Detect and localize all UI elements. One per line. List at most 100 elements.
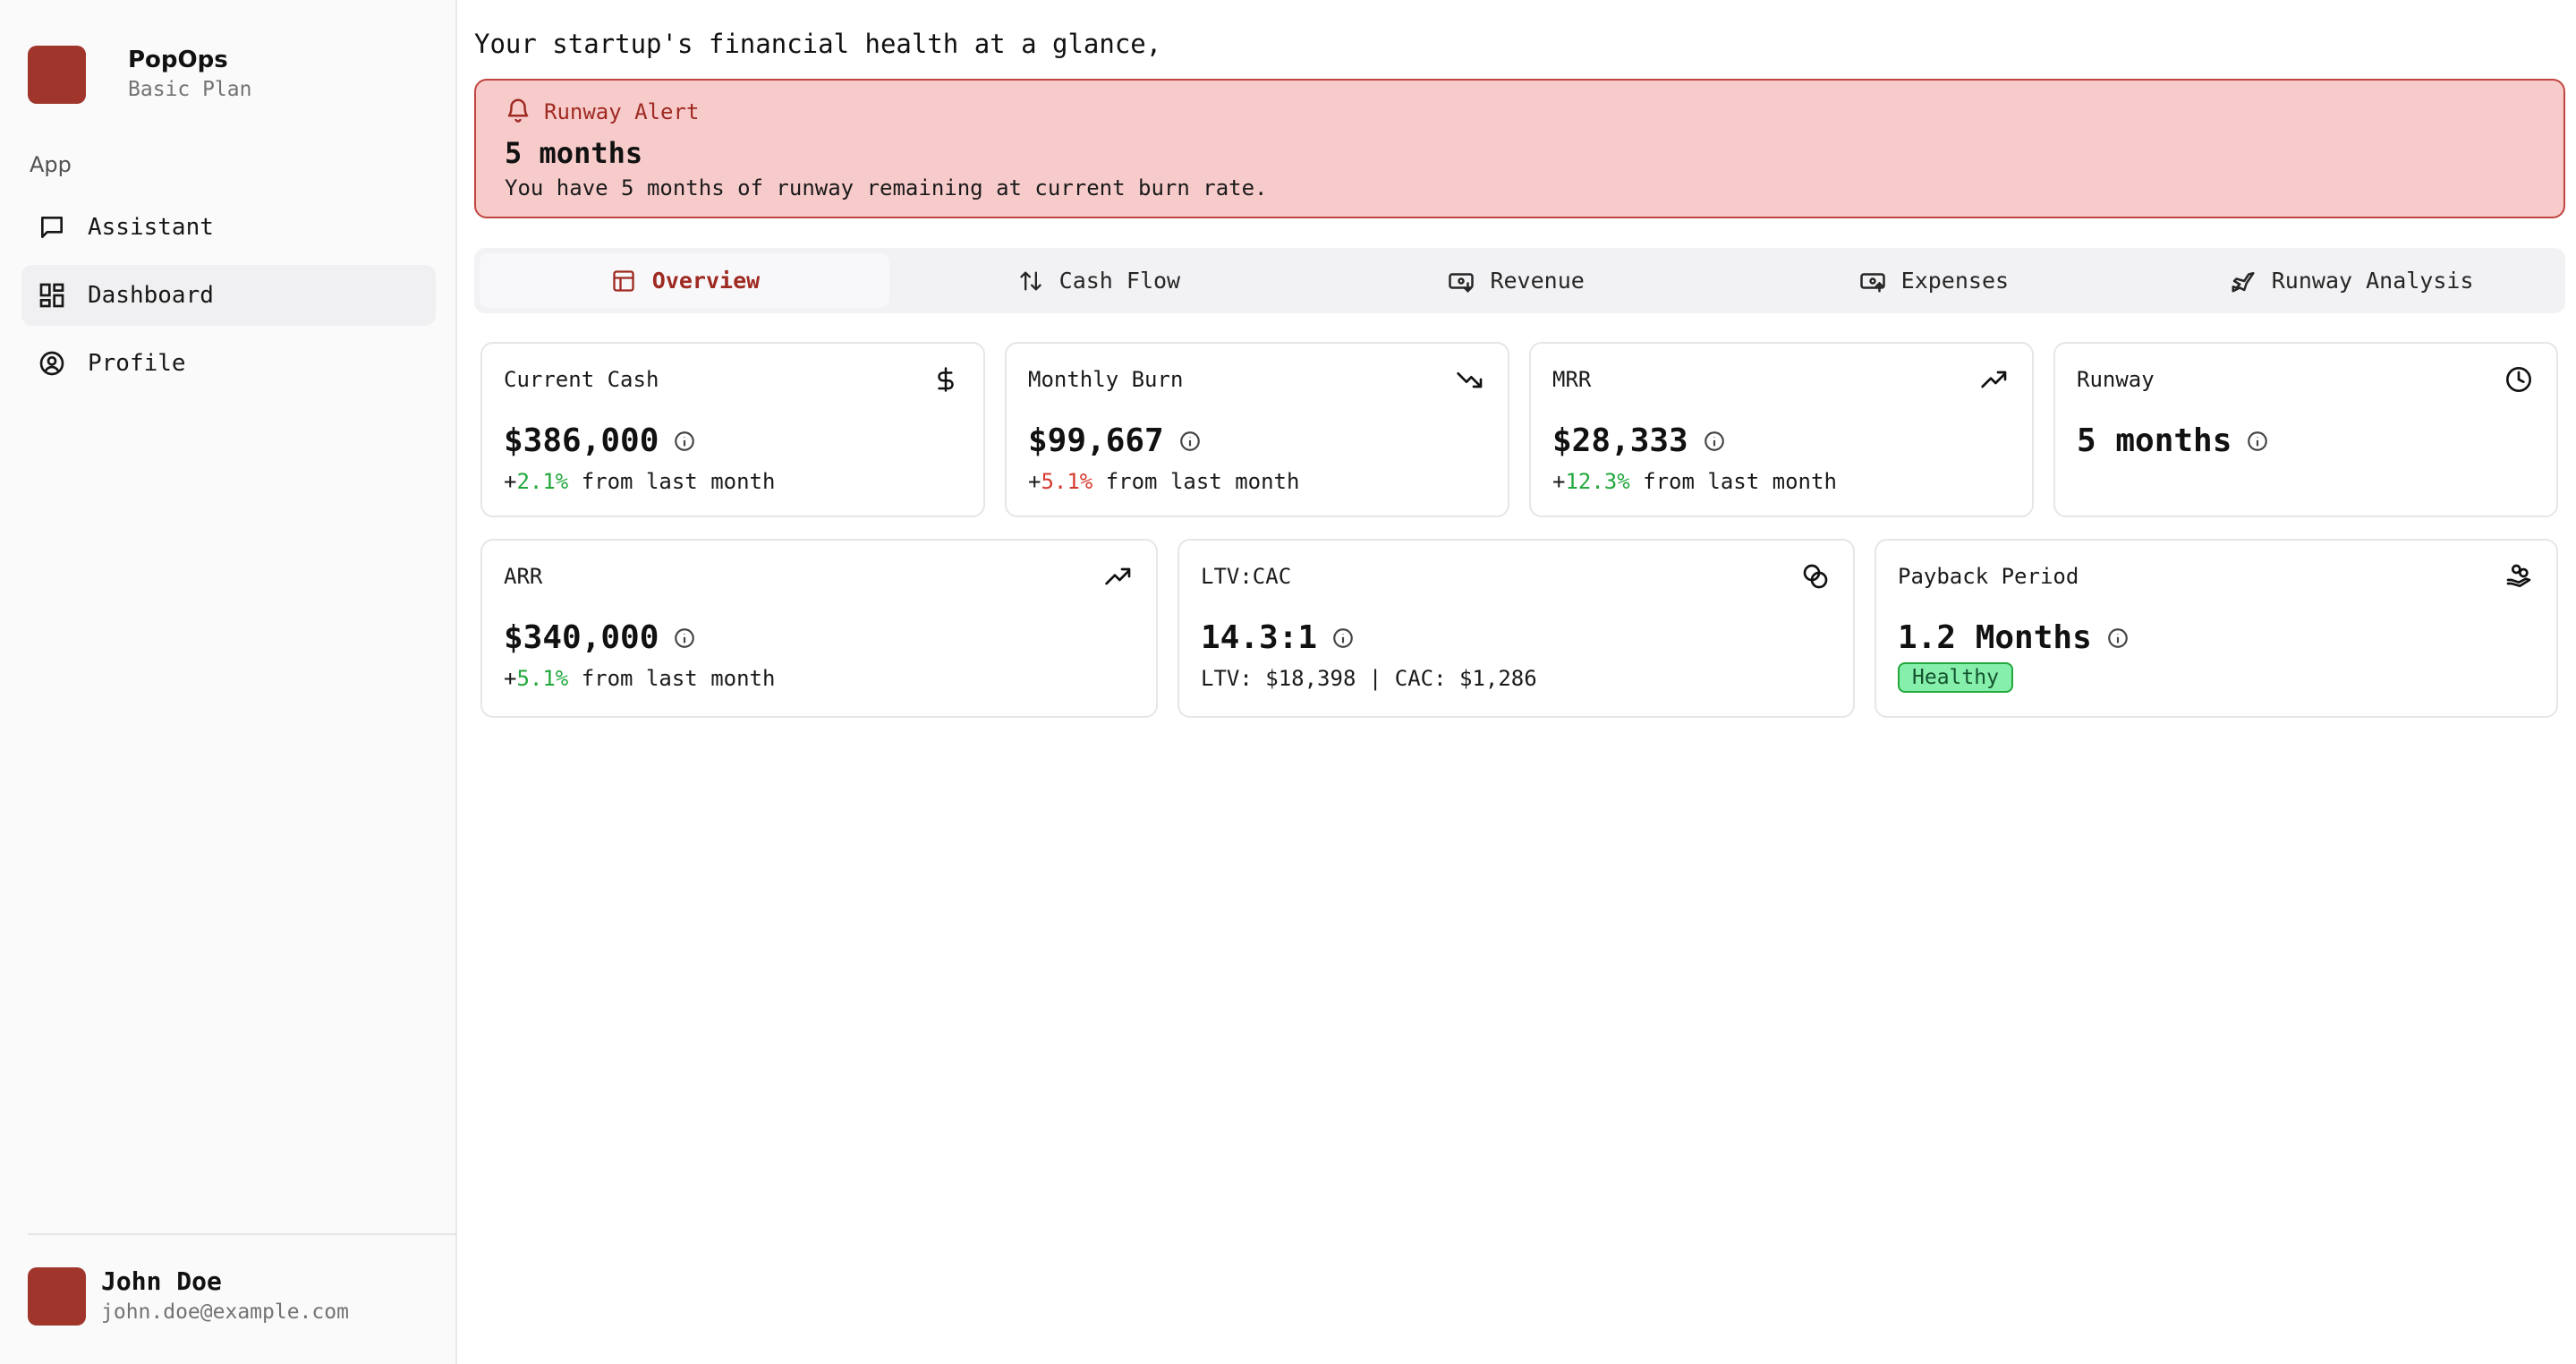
sidebar-nav: Assistant Dashboard Profile — [21, 197, 436, 401]
banknote-arrow-up-icon — [1858, 267, 1887, 295]
sidebar-divider — [28, 1233, 457, 1235]
tab-cash-flow[interactable]: Cash Flow — [889, 253, 1307, 308]
avatar — [28, 1266, 86, 1326]
trending-up-icon — [1102, 560, 1135, 592]
change-value: 12.3% — [1565, 469, 1630, 494]
sidebar-item-label: Dashboard — [88, 282, 214, 309]
page-subtitle: Your startup's financial health at a gla… — [474, 29, 1162, 59]
info-icon[interactable] — [2246, 430, 2269, 453]
brand-plan: Basic Plan — [128, 78, 252, 101]
dollar-sign-icon — [930, 363, 962, 396]
tab-label: Cash Flow — [1058, 268, 1181, 294]
info-icon[interactable] — [1703, 430, 1726, 453]
change-value: 2.1% — [516, 469, 569, 494]
info-icon[interactable] — [2106, 627, 2130, 650]
metric-card-runway: Runway 5 months — [2053, 342, 2558, 517]
sidebar-item-profile[interactable]: Profile — [21, 333, 436, 394]
trending-down-icon — [1454, 363, 1486, 396]
tab-revenue[interactable]: Revenue — [1307, 253, 1725, 308]
info-icon[interactable] — [1331, 627, 1355, 650]
card-title: ARR — [504, 564, 543, 589]
user-name: John Doe — [101, 1266, 222, 1296]
sidebar-item-assistant[interactable]: Assistant — [21, 197, 436, 258]
change-suffix: from last month — [568, 666, 776, 691]
tab-overview[interactable]: Overview — [480, 253, 889, 308]
coins-icon — [1799, 560, 1832, 592]
card-value: $386,000 — [504, 422, 696, 459]
brand-logo — [28, 45, 86, 104]
status-badge: Healthy — [1898, 662, 2013, 693]
metric-card-monthly-burn: Monthly Burn $99,667 +5.1% from last mon… — [1005, 342, 1509, 517]
metric-value: $28,333 — [1552, 422, 1688, 459]
sidebar: PopOps Basic Plan App Assistant Dashboar… — [0, 0, 457, 1364]
card-title: LTV:CAC — [1201, 564, 1292, 589]
layout-icon — [609, 267, 638, 295]
bell-icon — [505, 97, 531, 127]
card-value: 14.3:1 — [1201, 619, 1355, 656]
metric-value: 1.2 Months — [1898, 619, 2092, 656]
user-circle-icon — [36, 347, 68, 379]
message-square-icon — [36, 211, 68, 243]
card-title: Monthly Burn — [1028, 367, 1184, 392]
user-text: John Doe john.doe@example.com — [101, 1266, 349, 1326]
card-value: 1.2 Months — [1898, 619, 2130, 656]
card-title: Runway — [2077, 367, 2155, 392]
trending-up-icon — [1978, 363, 2011, 396]
hand-coins-icon — [2503, 560, 2535, 592]
tab-label: Expenses — [1900, 268, 2010, 294]
info-icon[interactable] — [673, 430, 696, 453]
clock-icon — [2503, 363, 2535, 396]
card-value: $28,333 — [1552, 422, 1726, 459]
metric-card-payback-period: Payback Period 1.2 Months Healthy — [1875, 539, 2558, 718]
sidebar-item-dashboard[interactable]: Dashboard — [21, 265, 436, 326]
sidebar-item-label: Assistant — [88, 214, 214, 241]
alert-header: Runway Alert — [505, 97, 699, 127]
user-email: john.doe@example.com — [101, 1300, 349, 1324]
user-profile[interactable]: John Doe john.doe@example.com — [28, 1266, 349, 1326]
sidebar-section-label: App — [30, 152, 72, 177]
card-title: Current Cash — [504, 367, 659, 392]
runway-alert: Runway Alert 5 months You have 5 months … — [474, 79, 2565, 218]
metric-value: $99,667 — [1028, 422, 1164, 459]
metric-value: $340,000 — [504, 619, 659, 656]
alert-headline: 5 months — [505, 136, 643, 170]
card-value: 5 months — [2077, 422, 2269, 459]
change-suffix: from last month — [1092, 469, 1300, 494]
info-icon[interactable] — [673, 627, 696, 650]
card-change: +5.1% from last month — [504, 666, 775, 691]
tab-label: Revenue — [1490, 268, 1585, 294]
change-value: 5.1% — [516, 666, 569, 691]
change-sign: + — [504, 469, 517, 494]
change-suffix: from last month — [1629, 469, 1837, 494]
metric-card-ltv-cac: LTV:CAC 14.3:1 LTV: $18,398 | CAC: $1,28… — [1177, 539, 1855, 718]
metric-card-arr: ARR $340,000 +5.1% from last month — [480, 539, 1158, 718]
plane-takeoff-icon — [2229, 267, 2257, 295]
card-change: +2.1% from last month — [504, 469, 775, 494]
metric-card-mrr: MRR $28,333 +12.3% from last month — [1529, 342, 2034, 517]
change-sign: + — [1552, 469, 1566, 494]
metric-value: 5 months — [2077, 422, 2232, 459]
alert-description: You have 5 months of runway remaining at… — [505, 175, 1268, 200]
info-icon[interactable] — [1178, 430, 1202, 453]
card-value: $340,000 — [504, 619, 696, 656]
card-change: +5.1% from last month — [1028, 469, 1299, 494]
change-sign: + — [1028, 469, 1041, 494]
change-value: 5.1% — [1041, 469, 1093, 494]
tab-expenses[interactable]: Expenses — [1725, 253, 2143, 308]
change-suffix: from last month — [568, 469, 776, 494]
sidebar-item-label: Profile — [88, 350, 186, 377]
brand-text: PopOps Basic Plan — [128, 45, 251, 104]
alert-title: Runway Alert — [544, 99, 700, 124]
metric-value: 14.3:1 — [1201, 619, 1318, 656]
dashboard-tabs: Overview Cash Flow Revenue Expenses Runw… — [474, 248, 2565, 313]
arrow-up-down-icon — [1016, 267, 1045, 295]
tab-label: Runway Analysis — [2271, 268, 2474, 294]
brand-name: PopOps — [128, 47, 228, 73]
layout-dashboard-icon — [36, 279, 68, 311]
card-title: Payback Period — [1898, 564, 2079, 589]
metric-card-current-cash: Current Cash $386,000 +2.1% from last mo… — [480, 342, 985, 517]
tab-runway-analysis[interactable]: Runway Analysis — [2142, 253, 2560, 308]
brand[interactable]: PopOps Basic Plan — [28, 45, 251, 104]
tab-label: Overview — [651, 268, 761, 294]
change-sign: + — [504, 666, 517, 691]
